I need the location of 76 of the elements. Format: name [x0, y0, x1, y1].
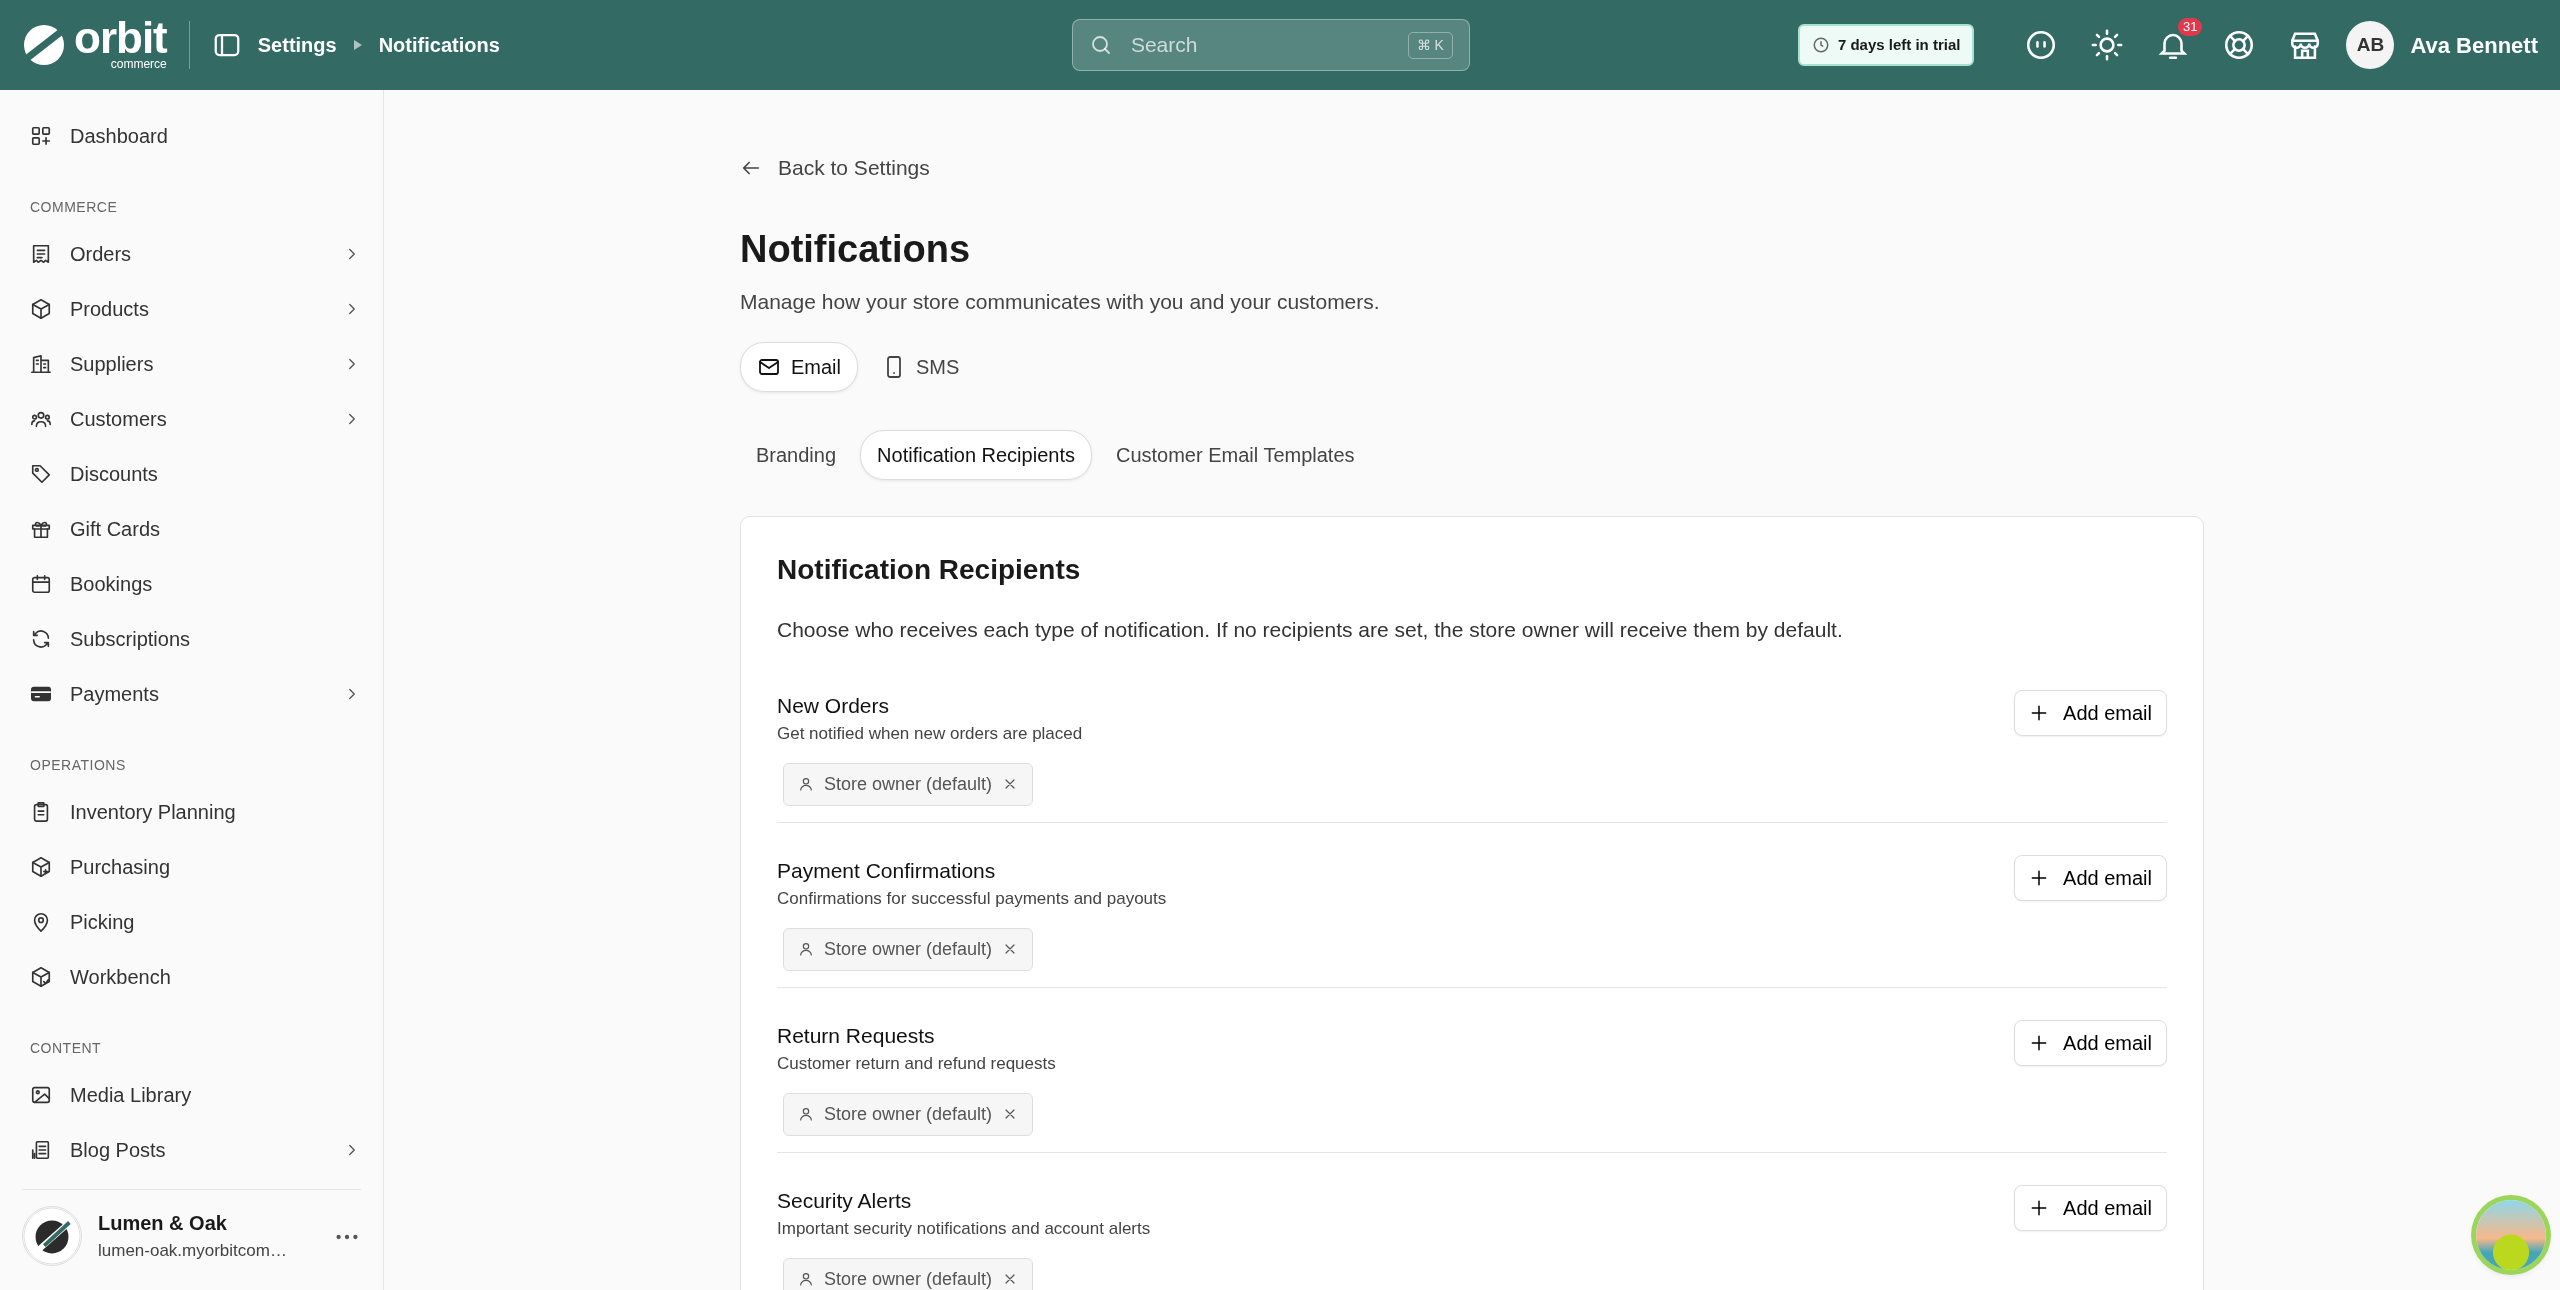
sidebar-item[interactable]: Workbench	[22, 949, 369, 1004]
store-name: Lumen & Oak	[98, 1211, 228, 1237]
section-heading: CONTENT	[29, 1039, 103, 1058]
sidebar-item[interactable]: Dashboard	[22, 108, 369, 163]
sidebar-item[interactable]: Media Library	[22, 1067, 369, 1122]
sidebar-item[interactable]: Products	[22, 281, 369, 336]
sidebar-item[interactable]: Customers	[22, 391, 369, 446]
sidebar-item[interactable]: Suppliers	[22, 336, 369, 391]
section-heading: OPERATIONS	[29, 756, 127, 775]
person-icon	[798, 1271, 814, 1288]
person-icon	[798, 941, 814, 958]
theme-toggle-icon	[2090, 28, 2125, 62]
sidebar-item[interactable]: Blog Posts	[22, 1122, 369, 1177]
recipient-label: Store owner (default)	[824, 1102, 993, 1126]
add-email-button[interactable]: Add email	[2014, 854, 2167, 901]
receipt-icon	[30, 242, 52, 265]
tag-icon	[30, 462, 52, 485]
channel-tab[interactable]: Email	[740, 341, 858, 392]
section-tab[interactable]: Notification Recipients	[860, 429, 1092, 480]
notification-type-title: Payment Confirmations	[777, 857, 997, 884]
breadcrumb-link[interactable]: Settings	[257, 30, 337, 60]
card-title: Notification Recipients	[777, 552, 1082, 587]
notification-type-description: Important security notifications and account alerts	[777, 1218, 1151, 1241]
back-link[interactable]: Back to Settings	[740, 152, 930, 184]
person-icon	[798, 776, 814, 793]
logo[interactable]: orbit commerce	[22, 20, 167, 70]
store-url: lumen-oak.myorbitcom…	[98, 1240, 288, 1263]
user-name[interactable]: Ava Bennett	[2410, 28, 2538, 62]
notification-type-title: Return Requests	[777, 1022, 936, 1049]
add-email-button[interactable]: Add email	[2014, 1184, 2167, 1231]
sidebar-item[interactable]: Gift Cards	[22, 501, 369, 556]
recipient-label: Store owner (default)	[824, 1267, 993, 1290]
user-avatar[interactable]: AB	[2346, 21, 2395, 69]
notification-type-title: New Orders	[777, 692, 891, 719]
channel-tab[interactable]: SMS	[866, 341, 976, 392]
sidebar-item[interactable]: Payments	[22, 666, 369, 721]
notification-count: 31	[2178, 18, 2203, 36]
notification-type-description: Customer return and refund requests	[777, 1053, 1056, 1076]
sidebar-item[interactable]: Discounts	[22, 446, 369, 501]
section-tab[interactable]: Branding	[740, 429, 853, 480]
card-description: Choose who receives each type of notification. If no recipients are set, the store owner will receive them by default.	[777, 617, 1844, 644]
search-input[interactable]: Search	[1128, 28, 1392, 62]
sidebar-item[interactable]: Orders	[22, 226, 369, 281]
notification-type-title: Security Alerts	[777, 1187, 913, 1214]
section-tab[interactable]: Customer Email Templates	[1099, 429, 1371, 480]
sidebar-item[interactable]: Bookings	[22, 556, 369, 611]
page-title: Notifications	[740, 226, 972, 272]
trial-badge[interactable]: 7 days left in trial	[1797, 23, 1975, 67]
refresh-icon	[30, 627, 52, 650]
sidebar-item[interactable]: Subscriptions	[22, 611, 369, 666]
calendar-icon	[30, 572, 52, 595]
package-icon	[30, 965, 52, 988]
page-subtitle: Manage how your store communicates with you and your customers.	[740, 289, 1381, 316]
person-icon	[798, 1106, 814, 1123]
document-icon	[30, 1138, 52, 1161]
shortcut-hint: ⌘ K	[1407, 31, 1453, 59]
logo-icon	[22, 23, 66, 67]
breadcrumb-link[interactable]: Notifications	[378, 30, 500, 60]
notification-type-description: Confirmations for successful payments and payouts	[777, 888, 1167, 911]
caret-icon	[352, 39, 363, 51]
building-icon	[30, 352, 52, 375]
package-icon	[30, 855, 52, 878]
box-icon	[30, 297, 52, 320]
section-heading: COMMERCE	[29, 198, 119, 217]
add-email-button[interactable]: Add email	[2014, 689, 2167, 736]
notification-type-description: Get notified when new orders are placed	[777, 723, 1083, 746]
add-email-button[interactable]: Add email	[2014, 1019, 2167, 1066]
more-icon	[335, 1233, 359, 1240]
theme-toggle-button[interactable]	[2090, 28, 2125, 62]
clock-icon	[1811, 36, 1830, 54]
grid-icon	[30, 124, 52, 147]
recipient-label: Store owner (default)	[824, 772, 993, 796]
sidebar-item[interactable]: Inventory Planning	[22, 784, 369, 839]
sidebar-item[interactable]: Picking	[22, 894, 369, 949]
recipient-label: Store owner (default)	[824, 937, 993, 961]
sidebar-item[interactable]: Purchasing	[22, 839, 369, 894]
